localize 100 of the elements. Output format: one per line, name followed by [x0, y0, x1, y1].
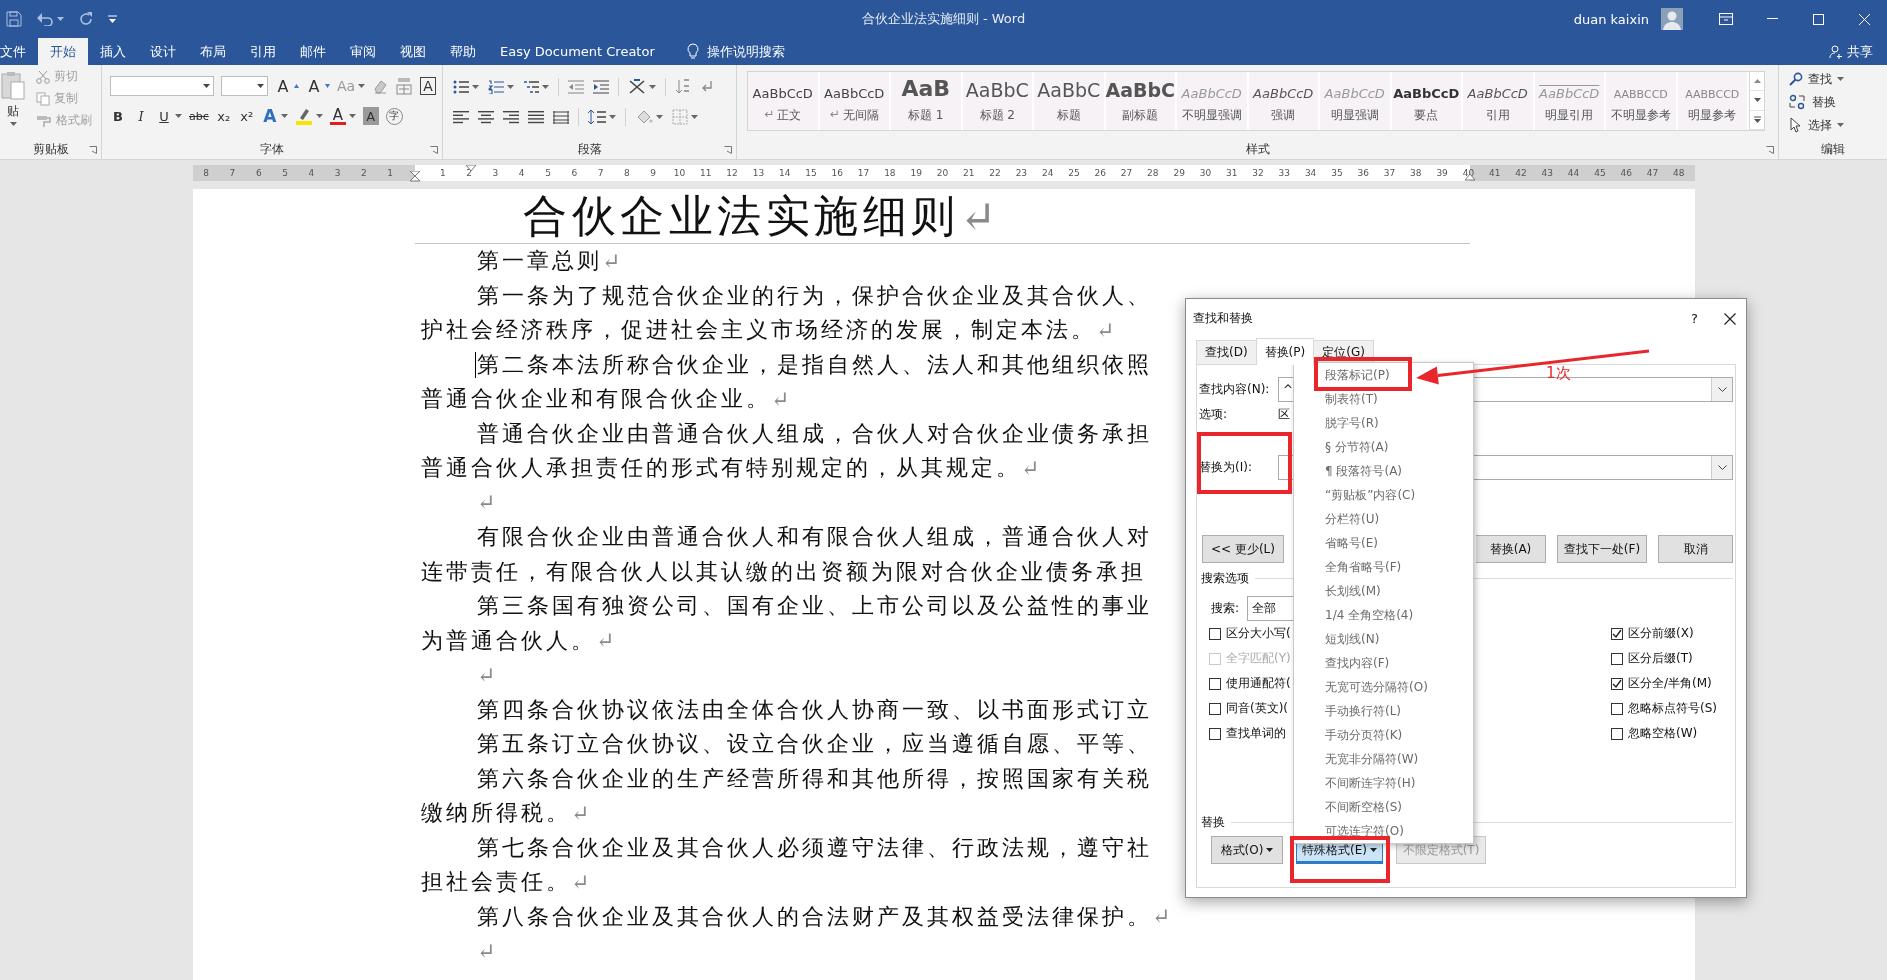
caret-icon[interactable]: [203, 84, 210, 88]
style-item[interactable]: AABBCCD 不明显参考: [1606, 72, 1678, 130]
dropdown-caret-icon[interactable]: [1717, 387, 1727, 392]
style-item[interactable]: AaB 标题 1: [891, 72, 963, 130]
checkbox[interactable]: [1611, 727, 1623, 740]
align-left-icon[interactable]: [453, 110, 469, 124]
ribbon-display-icon[interactable]: [1719, 13, 1733, 25]
menu-item[interactable]: 短划线(N): [1294, 627, 1473, 651]
expand-gallery-icon[interactable]: [1753, 116, 1761, 124]
menu-item[interactable]: 全角省略号(F): [1294, 555, 1473, 579]
dialog-launcher-icon[interactable]: [430, 146, 438, 154]
menu-item[interactable]: 1/4 全角空格(4): [1294, 603, 1473, 627]
style-item[interactable]: AaBbCcD 明显强调: [1320, 72, 1392, 130]
format-menu-button[interactable]: 格式(O): [1211, 836, 1283, 864]
shrink-font-button[interactable]: A: [306, 75, 322, 97]
strikethrough-button[interactable]: abc: [189, 105, 209, 127]
dropdown-caret-icon[interactable]: [1717, 465, 1727, 470]
menu-item[interactable]: 手动分页符(K): [1294, 723, 1473, 747]
caret-icon[interactable]: [1266, 848, 1274, 852]
checkbox[interactable]: [1209, 677, 1221, 690]
checkbox[interactable]: [1611, 627, 1623, 640]
editing-item[interactable]: 查找: [1789, 69, 1844, 89]
lightbulb-icon[interactable]: [686, 43, 699, 60]
align-center-icon[interactable]: [478, 110, 494, 124]
checkbox[interactable]: [1209, 627, 1221, 640]
style-item[interactable]: AaBbCcD 强调: [1248, 72, 1320, 130]
checkbox[interactable]: [1611, 677, 1623, 690]
caret-icon[interactable]: [1369, 848, 1377, 852]
paragraph-mark-icon[interactable]: [700, 80, 714, 94]
text-direction-icon[interactable]: [628, 79, 646, 95]
style-item[interactable]: AaBbCcD 不明显强调: [1177, 72, 1249, 130]
editing-item[interactable]: 替换: [1789, 92, 1844, 112]
minimize-icon[interactable]: [1766, 18, 1778, 20]
font-size-field[interactable]: [221, 76, 268, 96]
editing-item[interactable]: 选择: [1789, 115, 1844, 135]
ribbon-tab[interactable]: Easy Document Creator: [488, 38, 667, 65]
multilevel-list-icon[interactable]: [523, 80, 539, 94]
customize-toolbar-icon[interactable]: [108, 15, 117, 23]
checkbox[interactable]: [1209, 727, 1221, 740]
save-icon[interactable]: [6, 11, 22, 27]
increase-indent-icon[interactable]: [593, 80, 609, 94]
bold-button[interactable]: B: [110, 105, 126, 127]
menu-item[interactable]: ¶ 段落符号(A): [1294, 459, 1473, 483]
menu-item[interactable]: 无宽可选分隔符(O): [1294, 675, 1473, 699]
scroll-down-icon[interactable]: [1753, 98, 1761, 103]
paint-bucket-icon[interactable]: [635, 109, 653, 125]
style-item[interactable]: AaBbCcD 要点: [1391, 72, 1463, 130]
redo-icon[interactable]: [78, 11, 94, 27]
font-color-button[interactable]: A: [329, 107, 346, 125]
style-item[interactable]: AABBCCD 明显参考: [1677, 72, 1749, 130]
cursor-icon[interactable]: [1789, 117, 1803, 133]
style-item[interactable]: AaBbC 副标题: [1105, 72, 1177, 130]
menu-item[interactable]: 不间断连字符(H): [1294, 771, 1473, 795]
replace-icon[interactable]: [1789, 94, 1807, 110]
find-next-button[interactable]: 查找下一处(F): [1557, 535, 1647, 563]
justify-icon[interactable]: [528, 110, 544, 124]
menu-item[interactable]: 长划线(M): [1294, 579, 1473, 603]
dialog-launcher-icon[interactable]: [89, 146, 97, 154]
search-icon[interactable]: [1789, 72, 1803, 86]
help-button[interactable]: ?: [1691, 311, 1698, 326]
align-right-icon[interactable]: [503, 110, 519, 124]
ribbon-tab[interactable]: 设计: [138, 38, 188, 65]
ribbon-tab[interactable]: 视图: [388, 38, 438, 65]
tell-me-search[interactable]: 操作说明搜索: [706, 42, 785, 61]
ribbon-tab[interactable]: 文件: [0, 38, 38, 65]
style-item[interactable]: AaBbCcD 引用: [1463, 72, 1535, 130]
checkbox[interactable]: [1611, 702, 1623, 715]
ribbon-tab[interactable]: 开始: [38, 38, 88, 65]
right-indent-marker[interactable]: [1464, 174, 1476, 181]
superscript-button[interactable]: x²: [238, 105, 255, 127]
distributed-icon[interactable]: [553, 110, 569, 124]
ribbon-tab[interactable]: 引用: [238, 38, 288, 65]
style-item[interactable]: AaBbC 标题: [1034, 72, 1106, 130]
dialog-tab[interactable]: 查找(D): [1196, 340, 1257, 364]
menu-item[interactable]: 省略号(E): [1294, 531, 1473, 555]
undo-icon[interactable]: [36, 12, 54, 26]
dialog-launcher-icon[interactable]: [724, 146, 732, 154]
close-icon[interactable]: [1724, 312, 1736, 325]
subscript-button[interactable]: x₂: [215, 105, 232, 127]
ribbon-tab[interactable]: 审阅: [338, 38, 388, 65]
menu-item[interactable]: 分栏符(U): [1294, 507, 1473, 531]
menu-item[interactable]: 无宽非分隔符(W): [1294, 747, 1473, 771]
dialog-tab[interactable]: 替换(P): [1255, 338, 1315, 365]
indent-marker[interactable]: [409, 171, 421, 183]
ribbon-tab[interactable]: 插入: [88, 38, 138, 65]
text-effect-button[interactable]: A: [261, 105, 278, 127]
style-item[interactable]: AaBbCcD ↵ 正文: [748, 72, 820, 130]
sort-icon[interactable]: [675, 79, 691, 95]
share-button[interactable]: 共享: [1829, 38, 1873, 65]
italic-button[interactable]: I: [133, 105, 149, 127]
checkbox[interactable]: [1611, 652, 1623, 665]
ribbon-tab[interactable]: 帮助: [438, 38, 488, 65]
caret-icon[interactable]: [257, 84, 264, 88]
bullet-list-icon[interactable]: [453, 80, 469, 94]
menu-item[interactable]: 查找内容(F): [1294, 651, 1473, 675]
menu-item[interactable]: “剪贴板”内容(C): [1294, 483, 1473, 507]
menu-item[interactable]: 不间断空格(S): [1294, 795, 1473, 819]
menu-item[interactable]: 脱字号(R): [1294, 411, 1473, 435]
dialog-launcher-icon[interactable]: [1766, 146, 1774, 154]
style-item[interactable]: AaBbCcD ↵ 无间隔: [819, 72, 891, 130]
